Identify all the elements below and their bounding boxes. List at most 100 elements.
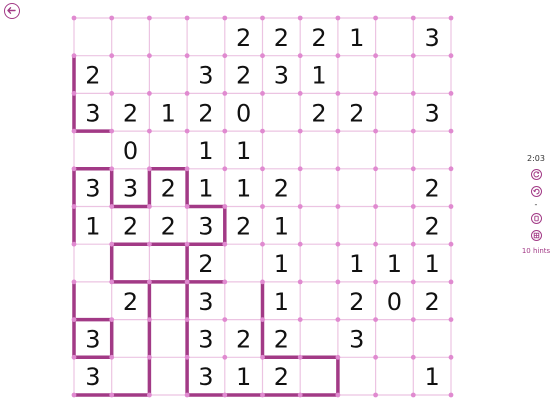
grid-dot[interactable] (448, 204, 454, 209)
grid-dot[interactable] (373, 53, 378, 59)
grid-dot[interactable] (184, 204, 190, 209)
clue-number[interactable]: 0 (236, 99, 251, 127)
grid-dot[interactable] (71, 354, 77, 360)
grid-dot[interactable] (260, 91, 265, 96)
grid-dot[interactable] (448, 166, 454, 172)
grid-dot[interactable] (335, 354, 341, 360)
grid-dot[interactable] (222, 53, 228, 59)
grid-dot[interactable] (373, 91, 378, 96)
grid-dot[interactable] (147, 15, 152, 21)
clue-number[interactable]: 3 (85, 99, 100, 127)
grid-dot[interactable] (109, 241, 115, 247)
grid-dot[interactable] (109, 204, 115, 209)
grid-dot[interactable] (410, 166, 416, 172)
clue-number[interactable]: 2 (236, 325, 251, 353)
grid-dot[interactable] (109, 317, 115, 322)
clue-number[interactable]: 2 (274, 24, 289, 52)
grid-dot[interactable] (71, 241, 77, 247)
hint-icon[interactable] (530, 213, 542, 224)
grid-dot[interactable] (184, 128, 190, 134)
grid-dot[interactable] (448, 91, 454, 96)
clue-number[interactable]: 3 (85, 175, 100, 203)
grid-dot[interactable] (297, 354, 303, 360)
grid-dot[interactable] (373, 317, 378, 322)
grid-dot[interactable] (297, 53, 303, 59)
grid-dot[interactable] (222, 166, 228, 172)
grid-dot[interactable] (109, 15, 115, 21)
grid-dot[interactable] (260, 392, 265, 398)
grid-dot[interactable] (373, 204, 378, 209)
grid-dot[interactable] (109, 53, 115, 59)
grid-dot[interactable] (222, 91, 228, 96)
clue-number[interactable]: 1 (236, 137, 251, 165)
grid-dot[interactable] (410, 204, 416, 209)
clue-number[interactable]: 3 (85, 363, 100, 391)
grid-dot[interactable] (147, 128, 152, 134)
grid-dot[interactable] (260, 241, 265, 247)
clue-number[interactable]: 2 (198, 250, 213, 278)
grid-dot[interactable] (335, 53, 341, 59)
clue-number[interactable]: 1 (349, 250, 364, 278)
clue-number[interactable]: 1 (425, 250, 440, 278)
grid-dot[interactable] (373, 241, 378, 247)
grid-dot[interactable] (109, 166, 115, 172)
grid-dot[interactable] (297, 279, 303, 285)
grid-dot[interactable] (448, 279, 454, 285)
grid-dot[interactable] (260, 279, 265, 285)
clue-number[interactable]: 1 (387, 250, 402, 278)
grid-dot[interactable] (260, 15, 265, 21)
grid-dot[interactable] (410, 354, 416, 360)
grid-dot[interactable] (184, 53, 190, 59)
grid-dot[interactable] (410, 241, 416, 247)
grid-dot[interactable] (147, 279, 152, 285)
grid-dot[interactable] (260, 128, 265, 134)
grid-dot[interactable] (297, 317, 303, 322)
clue-number[interactable]: 3 (198, 325, 213, 353)
clue-number[interactable]: 2 (274, 363, 289, 391)
clue-number[interactable]: 2 (425, 212, 440, 240)
clue-number[interactable]: 3 (198, 62, 213, 90)
grid-dot[interactable] (373, 15, 378, 21)
grid-dot[interactable] (184, 392, 190, 398)
clue-number[interactable]: 3 (198, 363, 213, 391)
clue-number[interactable]: 3 (425, 24, 440, 52)
grid-dot[interactable] (410, 128, 416, 134)
grid-dot[interactable] (222, 392, 228, 398)
grid-dot[interactable] (448, 15, 454, 21)
grid-dot[interactable] (184, 241, 190, 247)
grid-dot[interactable] (335, 392, 341, 398)
grid-dot[interactable] (448, 392, 454, 398)
clue-number[interactable]: 1 (198, 175, 213, 203)
refresh-icon[interactable] (530, 169, 542, 180)
clue-number[interactable]: 1 (425, 363, 440, 391)
clue-number[interactable]: 2 (161, 212, 176, 240)
grid-dot[interactable] (335, 279, 341, 285)
clue-number[interactable]: 1 (236, 175, 251, 203)
clue-number[interactable]: 2 (236, 212, 251, 240)
grid-dot[interactable] (410, 91, 416, 96)
grid-dot[interactable] (147, 53, 152, 59)
clue-number[interactable]: 3 (198, 212, 213, 240)
grid-dot[interactable] (109, 128, 115, 134)
clue-number[interactable]: 3 (274, 62, 289, 90)
clue-number[interactable]: 1 (161, 99, 176, 127)
grid-dot[interactable] (147, 241, 152, 247)
grid-dot[interactable] (71, 392, 77, 398)
clue-number[interactable]: 2 (123, 99, 138, 127)
grid-dot[interactable] (335, 317, 341, 322)
grid-dot[interactable] (71, 15, 77, 21)
clue-number[interactable]: 0 (387, 288, 402, 316)
grid-dot[interactable] (410, 279, 416, 285)
grid-dot[interactable] (335, 15, 341, 21)
grid-dot[interactable] (373, 166, 378, 172)
clue-number[interactable]: 2 (123, 288, 138, 316)
clue-number[interactable]: 1 (274, 212, 289, 240)
clue-number[interactable]: 3 (85, 325, 100, 353)
grid-dot[interactable] (297, 241, 303, 247)
grid-dot[interactable] (222, 279, 228, 285)
clue-number[interactable]: 0 (123, 137, 138, 165)
grid-dot[interactable] (147, 166, 152, 172)
grid-dot[interactable] (147, 91, 152, 96)
grid-dot[interactable] (71, 128, 77, 134)
clue-number[interactable]: 2 (274, 175, 289, 203)
